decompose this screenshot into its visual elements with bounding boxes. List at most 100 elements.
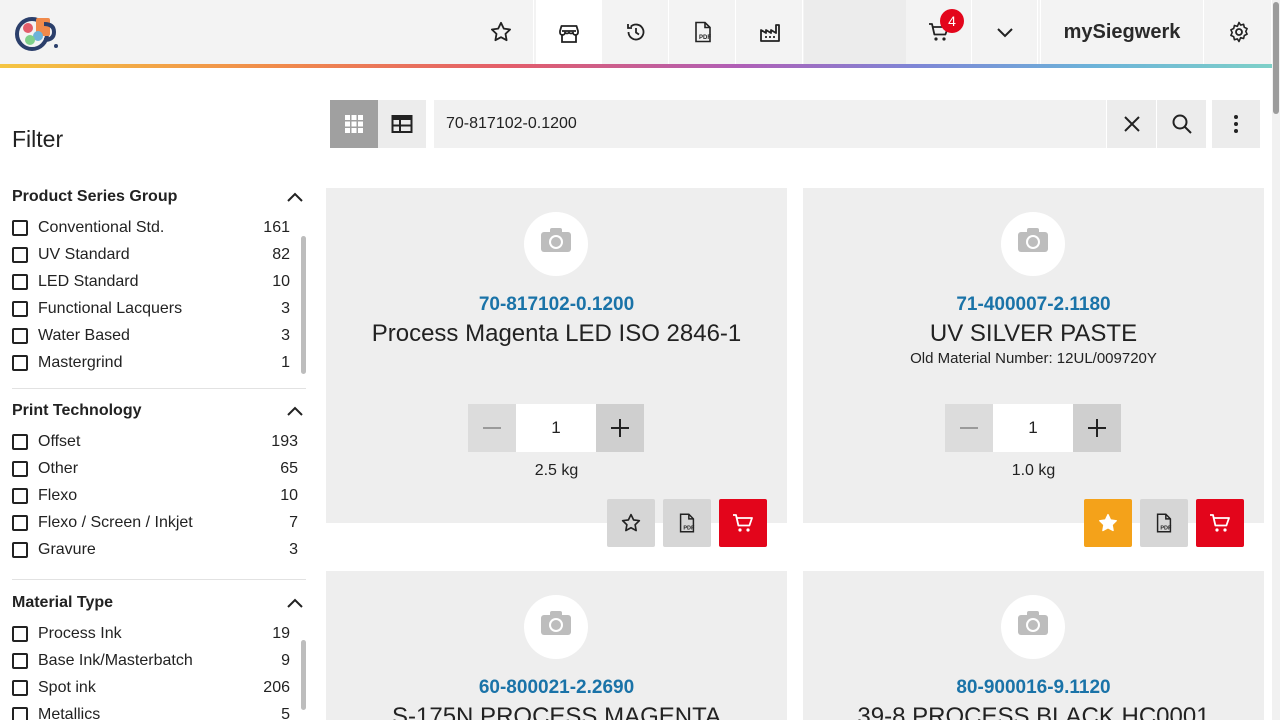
clear-search-button[interactable]	[1106, 100, 1156, 148]
grid-view-button[interactable]	[330, 100, 378, 148]
filter-option[interactable]: Metallics 5	[12, 701, 306, 720]
chevron-up-icon[interactable]	[286, 190, 304, 204]
checkbox[interactable]	[12, 460, 28, 477]
product-code-link[interactable]: 60-800021-2.2690	[326, 677, 787, 699]
filter-list-scrollbar[interactable]	[301, 236, 306, 374]
favorite-button[interactable]	[607, 499, 655, 547]
add-to-cart-button[interactable]	[719, 499, 767, 547]
cart-dropdown-button[interactable]	[972, 0, 1038, 64]
product-code-link[interactable]: 70-817102-0.1200	[326, 294, 787, 316]
checkbox[interactable]	[12, 541, 28, 558]
favorite-button[interactable]	[1084, 499, 1132, 547]
gear-icon	[1229, 21, 1248, 43]
increase-qty-button[interactable]	[1073, 404, 1121, 452]
checkbox[interactable]	[12, 487, 28, 504]
star-filled-icon	[1099, 513, 1117, 532]
settings-button[interactable]	[1206, 0, 1272, 64]
filter-group-header[interactable]: Product Series Group	[12, 188, 306, 214]
filter-list-scrollbar[interactable]	[301, 640, 306, 710]
filter-option[interactable]: Spot ink 206	[12, 674, 306, 701]
filter-option-count: 7	[289, 513, 298, 531]
checkbox[interactable]	[12, 273, 28, 290]
svg-text:PDF: PDF	[683, 525, 695, 531]
filter-option-count: 193	[271, 432, 298, 450]
filter-option[interactable]: Process Ink 19	[12, 620, 306, 647]
checkbox[interactable]	[12, 625, 28, 642]
checkbox[interactable]	[12, 246, 28, 263]
filter-group-material-type: Material Type Process Ink 19 Base Ink/Mas…	[12, 594, 306, 720]
datasheet-pdf-button[interactable]: PDF	[663, 499, 711, 547]
camera-icon	[1018, 228, 1048, 252]
product-image-placeholder	[524, 212, 588, 276]
filter-option[interactable]: Other 65	[12, 455, 306, 482]
search-button[interactable]	[1156, 100, 1206, 148]
product-name: UV SILVER PASTE	[929, 320, 1138, 347]
chevron-up-icon[interactable]	[286, 596, 304, 610]
filter-option[interactable]: Offset 193	[12, 428, 306, 455]
filter-option[interactable]: Functional Lacquers 3	[12, 295, 306, 322]
production-nav-button[interactable]	[737, 0, 803, 64]
increase-qty-button[interactable]	[596, 404, 644, 452]
pack-size: 2.5 kg	[534, 462, 579, 479]
filter-option[interactable]: Base Ink/Masterbatch 9	[12, 647, 306, 674]
filter-group-product-series: Product Series Group Conventional Std. 16…	[12, 188, 306, 402]
checkbox[interactable]	[12, 327, 28, 344]
quantity-stepper: 1	[945, 404, 1121, 452]
shop-nav-button[interactable]	[536, 0, 602, 68]
search-input[interactable]	[434, 100, 1106, 148]
header-accent-line	[0, 64, 1272, 68]
checkbox[interactable]	[12, 300, 28, 317]
checkbox[interactable]	[12, 514, 28, 531]
filter-option-label: UV Standard	[38, 245, 130, 263]
product-name: 39-8 PROCESS BLACK HC0001	[857, 703, 1210, 720]
checkbox[interactable]	[12, 679, 28, 696]
decrease-qty-button[interactable]	[945, 404, 993, 452]
quantity-input[interactable]: 1	[993, 404, 1073, 452]
filter-option[interactable]: Flexo 10	[12, 482, 306, 509]
add-to-cart-button[interactable]	[1196, 499, 1244, 547]
filter-group-header[interactable]: Print Technology	[12, 402, 306, 428]
chevron-up-icon[interactable]	[286, 404, 304, 418]
filter-option[interactable]: Mastergrind 1	[12, 349, 306, 376]
product-code-link[interactable]: 80-900016-9.1120	[803, 677, 1264, 699]
quantity-input[interactable]: 1	[516, 404, 596, 452]
decrease-qty-button[interactable]	[468, 404, 516, 452]
datasheet-pdf-button[interactable]: PDF	[1140, 499, 1188, 547]
page-scrollbar-thumb[interactable]	[1273, 2, 1279, 114]
pdf-nav-button[interactable]: PDF	[670, 0, 736, 64]
filter-option[interactable]: Conventional Std. 161	[12, 214, 306, 241]
favorites-nav-button[interactable]	[468, 0, 534, 64]
more-options-button[interactable]	[1212, 100, 1260, 148]
top-bar: PDF 4 mySiegwerk	[0, 0, 1272, 68]
filter-option[interactable]: Gravure 3	[12, 536, 306, 563]
company-logo[interactable]	[10, 14, 62, 54]
checkbox[interactable]	[12, 706, 28, 720]
table-view-button[interactable]	[378, 100, 426, 148]
cart-nav-button[interactable]	[906, 0, 972, 64]
filter-option-count: 19	[272, 624, 290, 642]
star-icon	[490, 21, 511, 42]
checkbox[interactable]	[12, 652, 28, 669]
minus-icon	[960, 427, 978, 429]
checkbox[interactable]	[12, 354, 28, 371]
chevron-down-icon	[996, 28, 1013, 38]
camera-icon	[541, 611, 571, 635]
filter-option[interactable]: Water Based 3	[12, 322, 306, 349]
page-scrollbar[interactable]	[1272, 0, 1280, 720]
filter-option[interactable]: Flexo / Screen / Inkjet 7	[12, 509, 306, 536]
filter-title: Filter	[12, 126, 64, 152]
filter-option-count: 9	[281, 651, 290, 669]
filter-group-header[interactable]: Material Type	[12, 594, 306, 620]
filter-option[interactable]: LED Standard 10	[12, 268, 306, 295]
filter-option[interactable]: UV Standard 82	[12, 241, 306, 268]
filter-option-count: 65	[280, 459, 298, 477]
filter-option-label: Base Ink/Masterbatch	[38, 651, 193, 669]
history-nav-button[interactable]	[603, 0, 669, 64]
plus-icon	[1088, 419, 1106, 437]
camera-icon	[541, 228, 571, 252]
product-code-link[interactable]: 71-400007-2.1180	[803, 294, 1264, 316]
my-siegwerk-link[interactable]: mySiegwerk	[1040, 0, 1204, 64]
old-material-number: Old Material Number: 12UL/009720Y	[910, 350, 1157, 367]
checkbox[interactable]	[12, 219, 28, 236]
checkbox[interactable]	[12, 433, 28, 450]
